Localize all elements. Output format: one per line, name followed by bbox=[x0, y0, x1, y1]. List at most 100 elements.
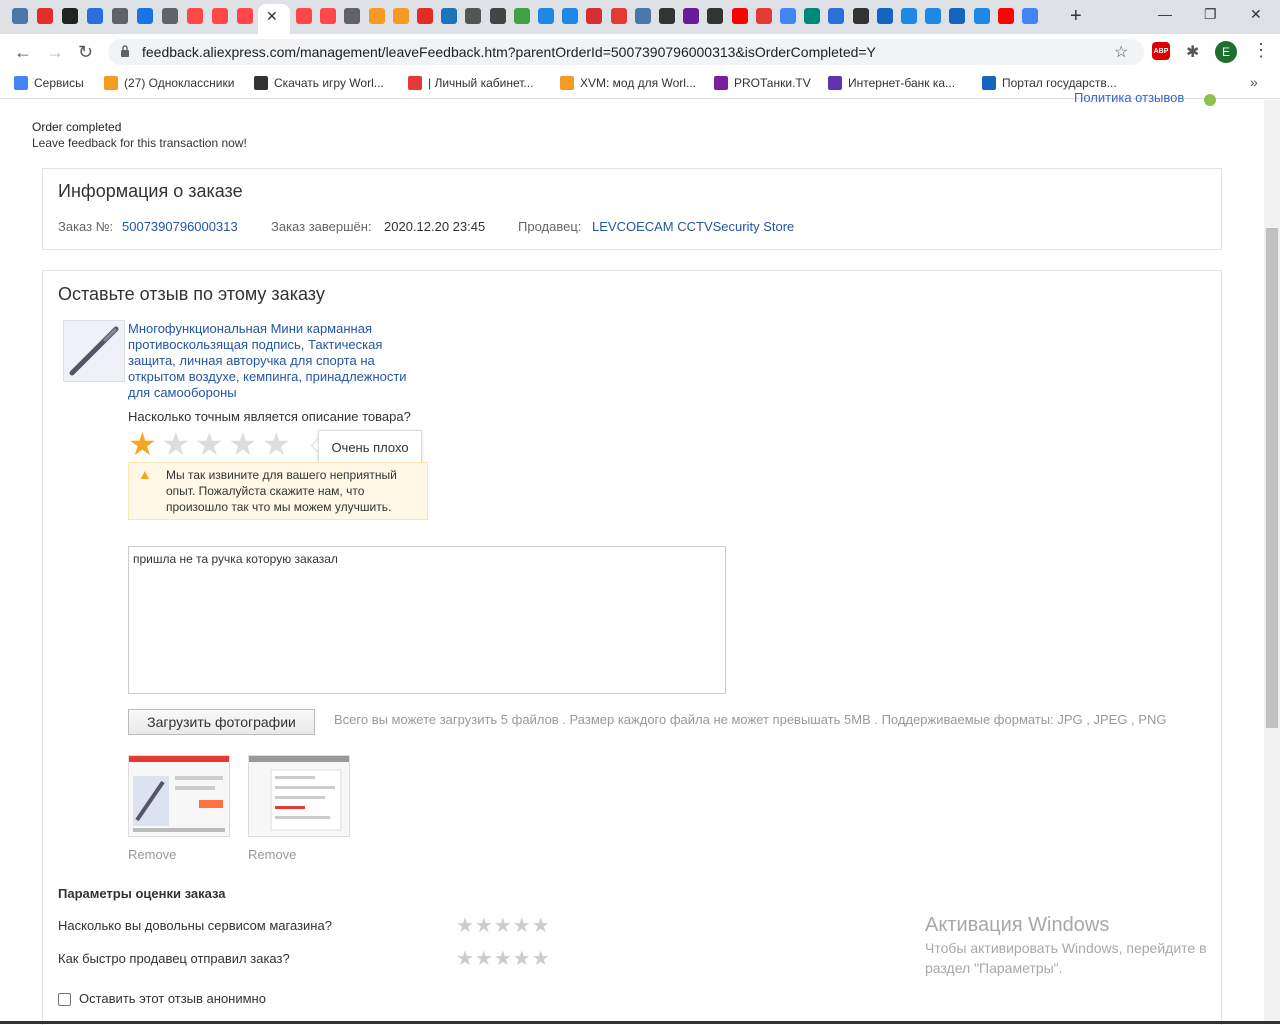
adblock-icon[interactable]: ABP bbox=[1152, 42, 1170, 60]
shop-service-question: Насколько вы довольны сервисом магазина? bbox=[58, 918, 332, 933]
browser-menu-icon[interactable]: ⋮ bbox=[1252, 40, 1270, 61]
pen-icon bbox=[69, 326, 119, 376]
aliexpress-tab-icon[interactable] bbox=[212, 8, 228, 24]
url-text[interactable]: feedback.aliexpress.com/management/leave… bbox=[142, 44, 876, 60]
red-drop-tab-icon[interactable] bbox=[610, 8, 627, 24]
remove-photo-1-link[interactable]: Remove bbox=[128, 847, 176, 862]
profile-avatar[interactable]: E bbox=[1215, 41, 1237, 63]
odnoklassniki-tab-icon[interactable] bbox=[368, 8, 385, 24]
reload-icon[interactable]: ↻ bbox=[78, 42, 93, 63]
aliexpress-tab-icon[interactable] bbox=[237, 8, 253, 24]
lock-icon[interactable] bbox=[120, 45, 130, 57]
windows-activation-title: Активация Windows bbox=[925, 914, 1110, 936]
google-tab-icon[interactable] bbox=[780, 8, 796, 24]
product-image[interactable] bbox=[63, 320, 125, 382]
order-completed-label: Заказ завершён: bbox=[271, 219, 372, 234]
arrow-tab-icon[interactable] bbox=[489, 8, 506, 24]
youtube-tab-icon[interactable] bbox=[997, 8, 1014, 24]
feedback-policy-link[interactable]: Политика отзывов bbox=[1074, 90, 1184, 105]
aliexpress-tab-icon[interactable] bbox=[187, 8, 203, 24]
product-title-link[interactable]: Многофункциональная Мини карманная проти… bbox=[128, 321, 428, 401]
minimize-icon[interactable]: — bbox=[1158, 6, 1172, 22]
flame-tab-icon[interactable] bbox=[925, 8, 942, 24]
red-dot-tab-icon[interactable] bbox=[37, 8, 53, 24]
accuracy-question: Насколько точным является описание товар… bbox=[128, 409, 411, 424]
aliexpress-tab-icon[interactable] bbox=[320, 8, 337, 24]
odnoklassniki-tab-icon[interactable] bbox=[392, 8, 409, 24]
personal-cabinet-icon bbox=[408, 76, 422, 90]
uploaded-photo-1[interactable] bbox=[128, 755, 230, 837]
bookmark-world-of-tanks[interactable]: Скачать игру Worl... bbox=[254, 76, 384, 90]
rating-star-1[interactable]: ★ bbox=[128, 428, 157, 460]
as-tab-icon[interactable] bbox=[659, 8, 675, 24]
yandex-tab-icon[interactable] bbox=[417, 8, 433, 24]
comment-textarea[interactable]: пришла не та ручка которую заказал bbox=[128, 546, 726, 694]
remove-photo-2-link[interactable]: Remove bbox=[248, 847, 296, 862]
globe-tab-icon[interactable] bbox=[162, 8, 178, 24]
restore-icon[interactable]: ❐ bbox=[1204, 6, 1217, 23]
meet-tab-icon[interactable] bbox=[137, 8, 153, 24]
order-rating-params-title: Параметры оценки заказа bbox=[58, 886, 226, 901]
aliexpress-tab-icon[interactable] bbox=[296, 8, 312, 24]
plus-tab-icon[interactable] bbox=[62, 8, 78, 24]
d-tab-icon[interactable] bbox=[465, 8, 482, 24]
order-info-heading: Информация о заказе bbox=[58, 181, 243, 201]
flame-tab-icon[interactable] bbox=[901, 8, 917, 24]
rating-star-5[interactable]: ★ bbox=[262, 428, 291, 460]
bookmark-xvm[interactable]: XVM: мод для Worl... bbox=[560, 76, 696, 90]
flame-tab-icon[interactable] bbox=[973, 8, 990, 24]
order-number-link[interactable]: 5007390796000313 bbox=[122, 219, 238, 234]
back-icon[interactable]: ← bbox=[14, 42, 32, 63]
new-tab-button[interactable]: + bbox=[1070, 5, 1082, 28]
rating-star-3[interactable]: ★ bbox=[195, 428, 224, 460]
vk-tab-icon[interactable] bbox=[12, 8, 28, 24]
green-tab-icon[interactable] bbox=[513, 8, 530, 24]
red-grid-tab-icon[interactable] bbox=[755, 8, 772, 24]
globe-tab-icon[interactable] bbox=[112, 8, 128, 24]
teal-tab-icon[interactable] bbox=[804, 8, 821, 24]
warning-text: Мы так извините для вашего неприятный оп… bbox=[166, 468, 397, 514]
bookmark-label: Скачать игру Worl... bbox=[274, 76, 384, 90]
window-close-icon[interactable]: ✕ bbox=[1250, 6, 1262, 23]
gear-tab-icon[interactable] bbox=[852, 8, 869, 24]
shipping-speed-stars[interactable]: ★★★★★ bbox=[456, 946, 551, 971]
bookmark-protanki[interactable]: PROТанки.TV bbox=[714, 76, 811, 90]
cloud-tab-icon[interactable] bbox=[441, 8, 458, 24]
red-circle-tab-icon[interactable] bbox=[586, 8, 603, 24]
mail-tab-icon[interactable] bbox=[87, 8, 103, 24]
shop-service-stars[interactable]: ★★★★★ bbox=[456, 913, 551, 938]
vk-tab-icon[interactable] bbox=[634, 8, 651, 24]
forward-icon[interactable]: → bbox=[46, 42, 64, 63]
gosuslugi-icon bbox=[982, 76, 996, 90]
flame-tab-icon[interactable] bbox=[538, 8, 554, 24]
flag-tab-icon[interactable] bbox=[949, 8, 966, 24]
anonymous-checkbox[interactable] bbox=[58, 993, 71, 1006]
scrollbar-thumb[interactable] bbox=[1266, 228, 1278, 728]
globe-tab-icon[interactable] bbox=[344, 8, 361, 24]
rating-star-2[interactable]: ★ bbox=[162, 428, 191, 460]
flag-tab-icon[interactable] bbox=[876, 8, 893, 24]
purple-tab-icon[interactable] bbox=[683, 8, 700, 24]
flame-tab-icon[interactable] bbox=[562, 8, 579, 24]
bookmark-personal-cabinet[interactable]: | Личный кабинет... bbox=[408, 76, 533, 90]
upload-photos-button[interactable]: Загрузить фотографии bbox=[128, 709, 315, 735]
bookmark-internet-bank[interactable]: Интернет-банк ка... bbox=[828, 76, 955, 90]
film-tab-icon[interactable] bbox=[707, 8, 724, 24]
bookmark-gosuslugi[interactable]: Портал государств... bbox=[982, 76, 1117, 90]
screenshot-thumbnail-icon bbox=[129, 756, 229, 832]
anonymous-label[interactable]: Оставить этот отзыв анонимно bbox=[79, 991, 266, 1006]
rating-star-4[interactable]: ★ bbox=[229, 428, 258, 460]
close-tab-icon[interactable]: ✕ bbox=[266, 8, 278, 25]
mail-tab-icon[interactable] bbox=[828, 8, 845, 24]
bookmark-services[interactable]: Сервисы bbox=[14, 76, 84, 90]
bookmark-odnoklassniki[interactable]: (27) Одноклассники bbox=[104, 76, 234, 90]
youtube-tab-icon[interactable] bbox=[731, 8, 748, 24]
google-tab-icon[interactable] bbox=[1022, 8, 1038, 24]
uploaded-photo-2[interactable] bbox=[248, 755, 350, 837]
odnoklassniki-icon bbox=[104, 76, 118, 90]
services-icon bbox=[14, 76, 28, 90]
extensions-icon[interactable]: ✱ bbox=[1186, 42, 1199, 62]
bookmark-star-icon[interactable]: ☆ bbox=[1114, 42, 1128, 62]
seller-link[interactable]: LEVCOECAM CCTVSecurity Store bbox=[592, 219, 794, 234]
bookmarks-overflow-icon[interactable]: » bbox=[1250, 74, 1258, 90]
